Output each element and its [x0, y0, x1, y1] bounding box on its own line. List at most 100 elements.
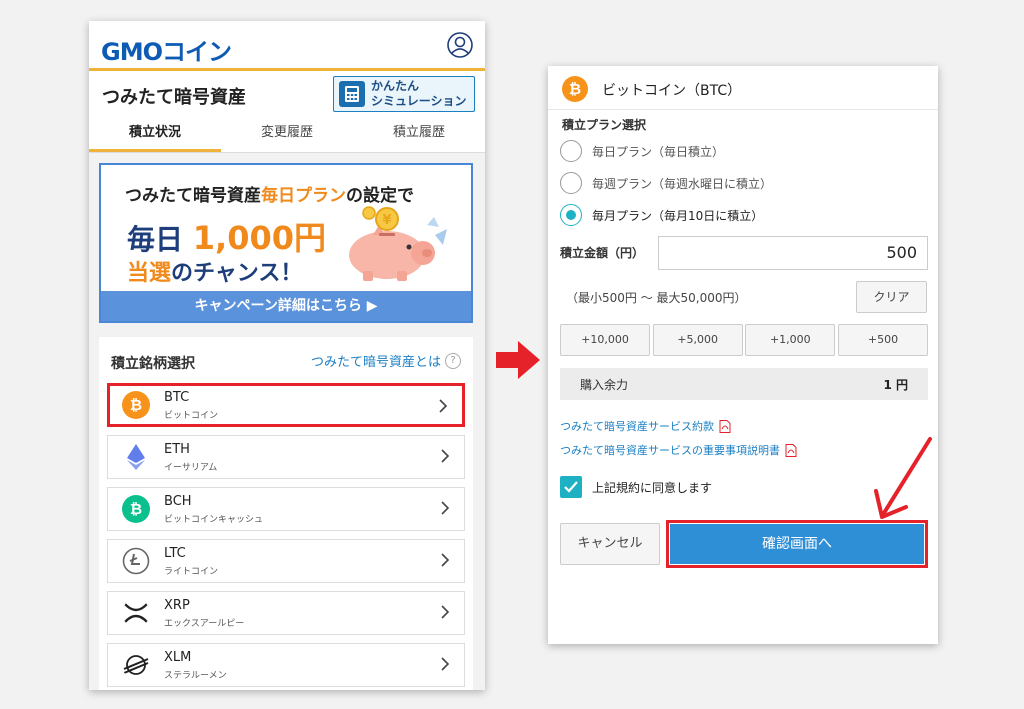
banner-headline: つみたて暗号資産毎日プランの設定で — [125, 181, 414, 206]
pointer-arrow-icon — [874, 437, 932, 519]
coin-selection-card: 積立銘柄選択 つみたて暗号資産とは ? ₿ BTC ビットコイン ETH イーサ… — [99, 337, 473, 690]
coin-row-eth[interactable]: ETH イーサリアム — [107, 435, 465, 479]
chevron-right-icon — [441, 553, 450, 567]
pdf-icon — [785, 443, 797, 457]
logo-gmo-text: GMO — [101, 38, 163, 66]
piggy-bank-illustration: ¥ — [349, 206, 447, 281]
btc-icon: ₿ — [562, 76, 588, 102]
plan-section-label: 積立プラン選択 — [562, 118, 647, 132]
coin-symbol: ETH — [164, 442, 190, 457]
terms-link-label: つみたて暗号資産サービス約款 — [560, 420, 714, 433]
plan-option-daily[interactable]: 毎日プラン（毎日積立） — [560, 138, 724, 164]
coin-name: エックスアールピー — [164, 619, 245, 629]
increment-buttons: +10,000 +5,000 +1,000 +500 — [560, 324, 928, 356]
arrow-right-icon — [496, 341, 540, 379]
help-icon: ? — [445, 352, 461, 369]
agree-label: 上記規約に同意します — [592, 480, 713, 495]
important-matters-link[interactable]: つみたて暗号資産サービスの重要事項説明書 — [560, 442, 797, 458]
coin-name: ライトコイン — [164, 567, 219, 577]
user-account-icon[interactable] — [447, 32, 473, 58]
coin-title: ビットコイン（BTC） — [602, 83, 742, 99]
chevron-right-icon — [441, 449, 450, 463]
coin-selection-screen: GMOコイン つみたて暗号資産 かんたん シミュレーション 積立状況 変更履歴 … — [89, 21, 485, 690]
amount-range-text: （最小500円 〜 最大50,000円） — [566, 291, 747, 305]
campaign-detail-link[interactable]: キャンペーン詳細はこちら ▶ — [101, 291, 471, 321]
pdf-icon — [719, 419, 731, 433]
coin-name: ステラルーメン — [164, 671, 227, 681]
confirm-button[interactable]: 確認画面へ — [670, 524, 924, 564]
radio-button-selected[interactable] — [560, 204, 582, 226]
plan-option-monthly[interactable]: 毎月プラン（毎月10日に積立） — [560, 202, 763, 228]
coin-symbol: BCH — [164, 494, 192, 509]
tab-change-history[interactable]: 変更履歴 — [221, 117, 353, 152]
coin-symbol: XLM — [164, 650, 192, 665]
xrp-icon — [124, 603, 148, 623]
cancel-button[interactable]: キャンセル — [560, 523, 660, 565]
add-1000-button[interactable]: +1,000 — [745, 324, 836, 356]
purchasing-power-value: 1 円 — [883, 378, 908, 392]
terms-link[interactable]: つみたて暗号資産サービス約款 — [560, 418, 731, 434]
simulation-label-line2: シミュレーション — [371, 94, 467, 108]
banner-chance-highlight: 当選 — [127, 261, 172, 286]
radio-button[interactable] — [560, 140, 582, 162]
tab-accumulation-status[interactable]: 積立状況 — [89, 117, 221, 152]
xlm-icon — [123, 655, 149, 675]
amount-label: 積立金額（円） — [560, 246, 645, 260]
eth-icon — [127, 444, 145, 470]
chevron-right-icon — [441, 657, 450, 671]
coin-row-xlm[interactable]: XLM ステラルーメン — [107, 643, 465, 687]
plan-settings-screen: ₿ ビットコイン（BTC） 積立プラン選択 毎日プラン（毎日積立） 毎週プラン（… — [548, 66, 938, 644]
coin-row-xrp[interactable]: XRP エックスアールピー — [107, 591, 465, 635]
agree-checkbox-row[interactable]: 上記規約に同意します — [560, 476, 712, 498]
purchasing-power-row: 購入余力 1 円 — [560, 368, 928, 400]
about-link-label: つみたて暗号資産とは — [310, 355, 441, 370]
calculator-icon — [339, 81, 365, 107]
btc-icon: ₿ — [122, 391, 150, 419]
coin-row-bch[interactable]: ₿ BCH ビットコインキャッシュ — [107, 487, 465, 531]
main-content: つみたて暗号資産毎日プランの設定で 毎日 1,000円 当選のチャンス！ ¥ キ… — [89, 153, 485, 690]
simulation-button[interactable]: かんたん シミュレーション — [333, 76, 475, 112]
banner-chance-post: のチャンス！ — [171, 261, 303, 286]
agree-checkbox[interactable] — [560, 476, 582, 498]
simulation-button-label: かんたん シミュレーション — [371, 79, 467, 109]
radio-button[interactable] — [560, 172, 582, 194]
add-500-button[interactable]: +500 — [837, 324, 928, 356]
purchasing-power-label: 購入余力 — [580, 378, 629, 392]
coin-header: ₿ ビットコイン（BTC） — [548, 66, 938, 110]
tab-accumulation-history[interactable]: 積立履歴 — [353, 117, 485, 152]
banner-headline-highlight: 毎日プラン — [261, 186, 346, 206]
coin-symbol: XRP — [164, 598, 190, 613]
page-title: つみたて暗号資産 — [102, 87, 246, 108]
coin-name: ビットコイン — [164, 411, 219, 421]
coin-symbol: LTC — [164, 546, 186, 561]
amount-input[interactable]: 500 — [658, 236, 928, 270]
page-title-row: つみたて暗号資産 かんたん シミュレーション — [89, 71, 485, 117]
plan-option-label: 毎月プラン（毎月10日に積立） — [592, 208, 764, 223]
coin-row-btc[interactable]: ₿ BTC ビットコイン — [107, 383, 465, 427]
banner-chance: 当選のチャンス！ — [127, 255, 302, 287]
coin-name: ビットコインキャッシュ — [164, 515, 264, 525]
coin-row-ltc[interactable]: LTC ライトコイン — [107, 539, 465, 583]
coin-selection-header: 積立銘柄選択 つみたて暗号資産とは ? — [107, 337, 465, 383]
banner-headline-pre: つみたて暗号資産 — [125, 186, 261, 206]
about-link[interactable]: つみたて暗号資産とは ? — [311, 351, 461, 370]
banner-prize-amount: 1,000円 — [192, 219, 326, 257]
banner-headline-post: の設定で — [346, 186, 414, 206]
confirm-highlight: 確認画面へ — [666, 520, 928, 568]
plan-option-label: 毎週プラン（毎週水曜日に積立） — [592, 176, 773, 191]
plan-option-weekly[interactable]: 毎週プラン（毎週水曜日に積立） — [560, 170, 772, 196]
clear-button[interactable]: クリア — [856, 281, 927, 313]
add-10000-button[interactable]: +10,000 — [560, 324, 650, 356]
check-icon — [564, 481, 578, 493]
svg-text:¥: ¥ — [382, 213, 391, 228]
chevron-right-icon — [439, 399, 448, 413]
chevron-right-icon — [441, 501, 450, 515]
logo-coin-text: コイン — [161, 38, 232, 66]
tab-bar: 積立状況 変更履歴 積立履歴 — [89, 117, 485, 153]
important-matters-link-label: つみたて暗号資産サービスの重要事項説明書 — [560, 444, 780, 457]
coin-selection-title: 積立銘柄選択 — [111, 356, 195, 372]
coin-symbol: BTC — [164, 390, 190, 405]
campaign-banner[interactable]: つみたて暗号資産毎日プランの設定で 毎日 1,000円 当選のチャンス！ ¥ キ… — [99, 163, 473, 323]
add-5000-button[interactable]: +5,000 — [652, 324, 743, 356]
banner-prize: 毎日 1,000円 — [127, 213, 326, 259]
